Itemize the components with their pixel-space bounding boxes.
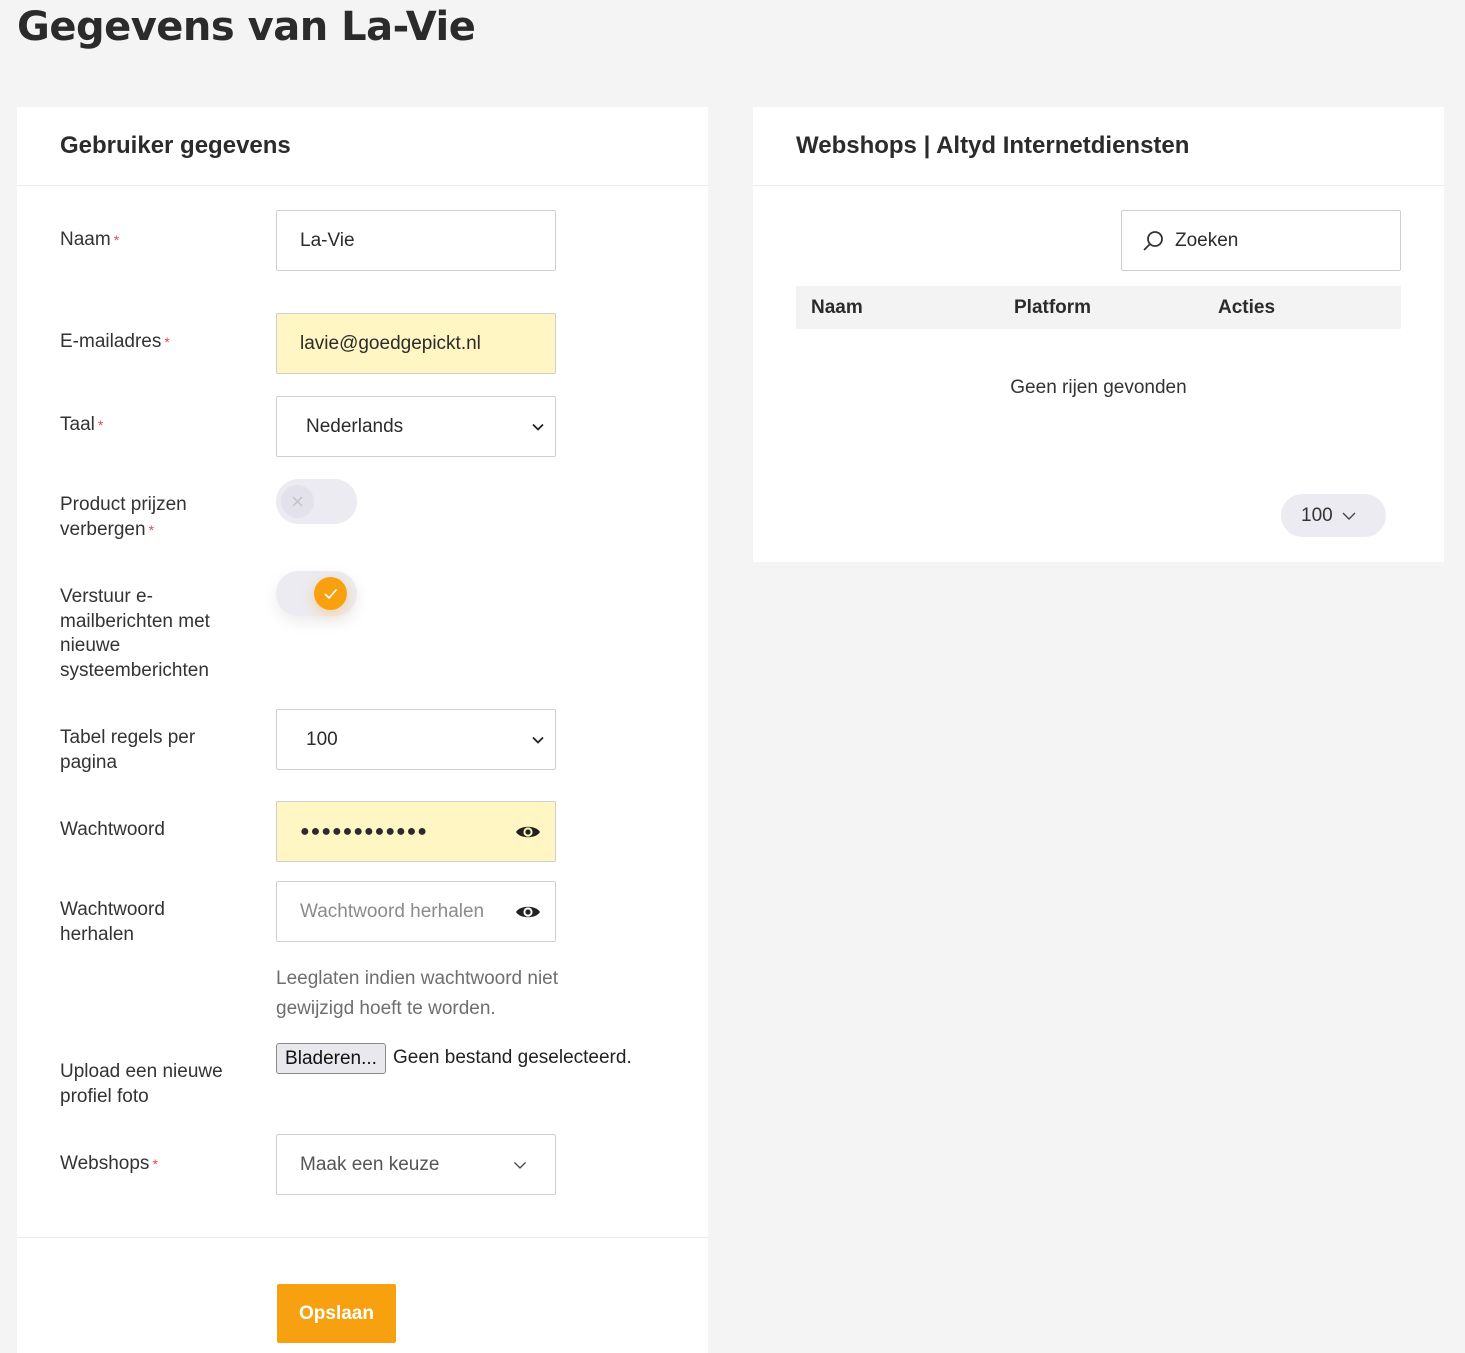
name-value: La-Vie: [300, 229, 355, 251]
system-emails-label: Verstuur e-mailberichten met nieuwe syst…: [60, 586, 210, 681]
password-repeat-label: Wachtwoord herhalen: [60, 899, 165, 945]
toggle-knob: [281, 485, 314, 518]
webshops-title: Webshops | Altyd Internetdiensten: [796, 132, 1190, 159]
eye-icon[interactable]: [515, 903, 541, 921]
name-input[interactable]: La-Vie: [276, 210, 556, 271]
hide-prices-label: Product prijzen verbergen *: [60, 494, 187, 540]
chevron-down-icon: [1342, 512, 1356, 520]
required-mark: *: [164, 334, 170, 350]
required-mark: *: [148, 521, 155, 538]
photo-upload-label: Upload een nieuwe profiel foto: [60, 1061, 223, 1107]
toggle-knob: [314, 577, 347, 610]
rows-per-page-select[interactable]: 100: [276, 709, 556, 770]
required-mark: *: [113, 232, 120, 248]
password-repeat-placeholder: Wachtwoord herhalen: [300, 900, 485, 922]
name-label: Naam *: [60, 229, 120, 250]
rows-per-page-value: 100: [306, 728, 338, 750]
system-emails-toggle[interactable]: [276, 571, 357, 616]
language-label: Taal *: [60, 414, 104, 435]
eye-icon[interactable]: [515, 823, 541, 841]
email-label: E-mailadres *: [60, 331, 170, 352]
language-select[interactable]: Nederlands: [276, 396, 556, 457]
hide-prices-toggle[interactable]: [276, 479, 357, 524]
password-help-text: Leeglaten indien wachtwoord niet gewijzi…: [276, 968, 559, 1019]
chevron-down-icon: [532, 423, 544, 431]
webshops-select[interactable]: Maak een keuze: [276, 1134, 556, 1195]
email-value: lavie@goedgepickt.nl: [300, 332, 481, 354]
webshops-header: Webshops | Altyd Internetdiensten: [753, 107, 1444, 186]
webshops-card: Webshops | Altyd Internetdiensten Zoeken…: [753, 107, 1444, 562]
chevron-down-icon: [532, 736, 544, 744]
page-size-select[interactable]: 100: [1281, 494, 1386, 537]
password-input[interactable]: ●●●●●●●●●●●●: [276, 801, 556, 862]
column-header-platform[interactable]: Platform: [1014, 286, 1091, 329]
user-details-header: Gebruiker gegevens: [17, 107, 708, 186]
column-header-name[interactable]: Naam: [811, 286, 863, 329]
language-value: Nederlands: [306, 415, 404, 437]
webshops-label: Webshops *: [60, 1153, 158, 1174]
table-header: Naam Platform Acties: [796, 286, 1401, 329]
form-footer-divider: [17, 1237, 708, 1238]
password-value: ●●●●●●●●●●●●: [300, 822, 428, 840]
column-header-actions: Acties: [1218, 297, 1276, 318]
required-mark: *: [152, 1156, 158, 1172]
rows-per-page-label: Tabel regels per pagina: [60, 727, 196, 773]
email-input[interactable]: lavie@goedgepickt.nl: [276, 313, 556, 374]
search-icon: [1143, 230, 1163, 251]
password-label: Wachtwoord: [60, 819, 165, 840]
webshops-placeholder: Maak een keuze: [300, 1153, 440, 1175]
check-icon: [324, 588, 338, 600]
page-size-value: 100: [1301, 504, 1333, 526]
chevron-down-icon: [514, 1161, 526, 1169]
browse-button[interactable]: Bladeren...: [276, 1043, 386, 1074]
file-status-text: Geen bestand geselecteerd.: [393, 1047, 632, 1068]
page-title: Gegevens van La-Vie: [17, 4, 476, 50]
empty-table-message: Geen rijen gevonden: [1010, 377, 1187, 398]
user-details-title: Gebruiker gegevens: [60, 132, 291, 159]
search-input[interactable]: Zoeken: [1121, 210, 1401, 271]
user-details-card: Gebruiker gegevens Naam * La-Vie E-mailad…: [17, 107, 708, 1353]
search-placeholder: Zoeken: [1175, 229, 1239, 251]
close-icon: [292, 496, 303, 507]
save-button[interactable]: Opslaan: [277, 1284, 396, 1343]
password-repeat-input[interactable]: Wachtwoord herhalen: [276, 881, 556, 942]
required-mark: *: [97, 417, 104, 433]
